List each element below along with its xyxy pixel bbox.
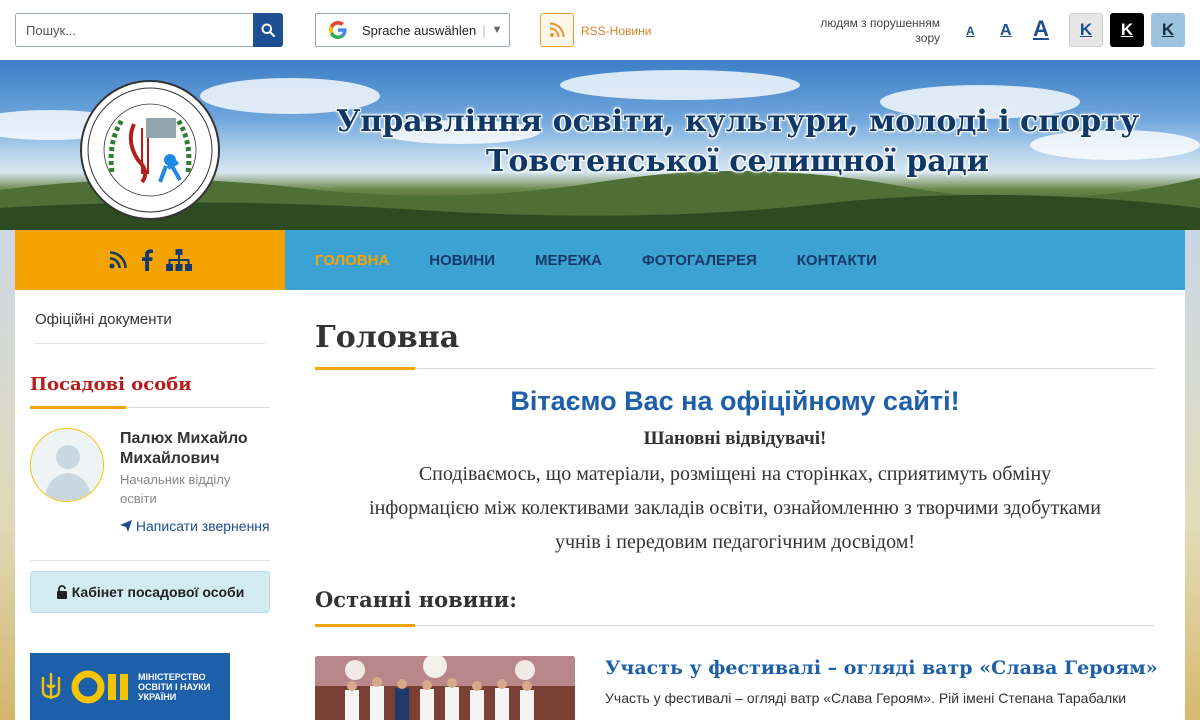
facebook-link[interactable] [140, 249, 154, 271]
contrast-default-button[interactable]: K [1069, 13, 1103, 47]
search-icon [261, 23, 275, 37]
rss-nav-link[interactable] [108, 250, 128, 270]
news-thumbnail[interactable] [315, 656, 575, 720]
official-cabinet-label: Кабінет посадової особи [71, 584, 245, 600]
ministry-banner-text: МІНІСТЕРСТВО ОСВІТИ І НАУКИ УКРАЇНИ [138, 671, 211, 702]
intro-paragraph: Сподіваємось, що матеріали, розміщені на… [369, 463, 1101, 553]
nav-item-gallery[interactable]: ФОТОГАЛЕРЕЯ [642, 252, 757, 269]
official-name[interactable]: Палюх Михайло Михайлович [120, 429, 270, 469]
google-icon [329, 21, 347, 39]
contrast-blue-button[interactable]: K [1151, 13, 1185, 47]
user-silhouette-icon [31, 429, 103, 501]
search-box [15, 13, 283, 47]
news-photo [315, 656, 575, 720]
accessibility-label: людям з порушенням зору [820, 16, 940, 45]
send-icon [120, 520, 132, 532]
font-size-medium-button[interactable]: A [1000, 22, 1012, 40]
site-title-line1: Управління освіти, культури, молоді і сп… [335, 104, 1140, 139]
avatar[interactable] [30, 428, 104, 502]
main-navigation: ГОЛОВНА НОВИНИ МЕРЕЖА ФОТОГАЛЕРЕЯ КОНТАК… [285, 230, 1185, 290]
divider [35, 343, 265, 344]
rss-icon [549, 22, 565, 38]
ministry-banner[interactable]: МІНІСТЕРСТВО ОСВІТИ І НАУКИ УКРАЇНИ [30, 653, 230, 720]
sidebar-item-official-documents[interactable]: Офіційні документи [35, 311, 172, 328]
welcome-heading: Вітаємо Вас на офіційному сайті! [510, 386, 960, 416]
main-content: Головна Вітаємо Вас на офіційному сайті!… [285, 290, 1185, 720]
font-size-large-button[interactable]: A [1033, 16, 1049, 42]
rss-news-link[interactable]: RSS-Новини [581, 24, 651, 38]
page-background-left [0, 230, 15, 720]
cloud-decoration [560, 70, 800, 100]
chevron-down-icon: ▼ [491, 24, 503, 36]
emblem-icon [87, 87, 213, 213]
write-appeal-label: Написати звернення [135, 518, 270, 534]
search-button[interactable] [253, 13, 283, 47]
social-icons-bar [15, 230, 285, 290]
page-title: Головна [315, 320, 460, 355]
language-separator: | [482, 22, 486, 38]
page-background-right [1185, 230, 1200, 720]
nav-item-news[interactable]: НОВИНИ [429, 252, 495, 269]
dear-visitors-text: Шановні відвідувачі! [643, 428, 827, 449]
organization-logo[interactable] [80, 80, 220, 220]
facebook-icon [142, 249, 153, 271]
trident-icon [41, 672, 61, 699]
mon-logo-icon [71, 670, 128, 703]
latest-news-heading: Останні новини: [315, 587, 517, 612]
lock-icon [56, 585, 67, 599]
officials-heading: Посадові особи [30, 374, 192, 395]
font-size-small-button[interactable]: A [966, 24, 975, 38]
sidebar: Офіційні документи Посадові особи Палюх … [15, 290, 285, 720]
language-selector[interactable]: Sprache auswählen | ▼ [315, 13, 510, 47]
nav-item-network[interactable]: МЕРЕЖА [535, 252, 602, 269]
contrast-black-button[interactable]: K [1110, 13, 1144, 47]
sitemap-icon [166, 249, 192, 271]
search-input[interactable] [15, 13, 253, 47]
divider [315, 368, 1155, 369]
rss-button[interactable] [540, 13, 574, 47]
nav-item-home[interactable]: ГОЛОВНА [315, 252, 389, 269]
official-role: Начальник відділу освіти [120, 472, 231, 506]
site-title-line2: Товстенської селищної ради [486, 144, 989, 179]
top-bar: Sprache auswählen | ▼ RSS-Новини людям з… [0, 0, 1200, 60]
site-title: Управління освіти, культури, молоді і сп… [300, 102, 1175, 182]
nav-item-contacts[interactable]: КОНТАКТИ [797, 252, 877, 269]
news-headline[interactable]: Участь у фестивалі – огляді ватр «Слава … [605, 657, 1158, 679]
header-banner: Управління освіти, культури, молоді і сп… [0, 60, 1200, 230]
heading-accent-underline [315, 367, 415, 370]
sitemap-link[interactable] [166, 249, 192, 271]
rss-icon [109, 251, 127, 269]
divider [30, 560, 270, 561]
heading-accent-underline [30, 406, 126, 409]
divider [315, 625, 1155, 626]
language-label: Sprache auswählen [362, 22, 477, 38]
heading-accent-underline [315, 624, 415, 627]
write-appeal-link[interactable]: Написати звернення [120, 518, 270, 534]
news-excerpt: Участь у фестивалі – огляді ватр «Слава … [605, 690, 1127, 706]
official-cabinet-button[interactable]: Кабінет посадової особи [30, 571, 270, 613]
